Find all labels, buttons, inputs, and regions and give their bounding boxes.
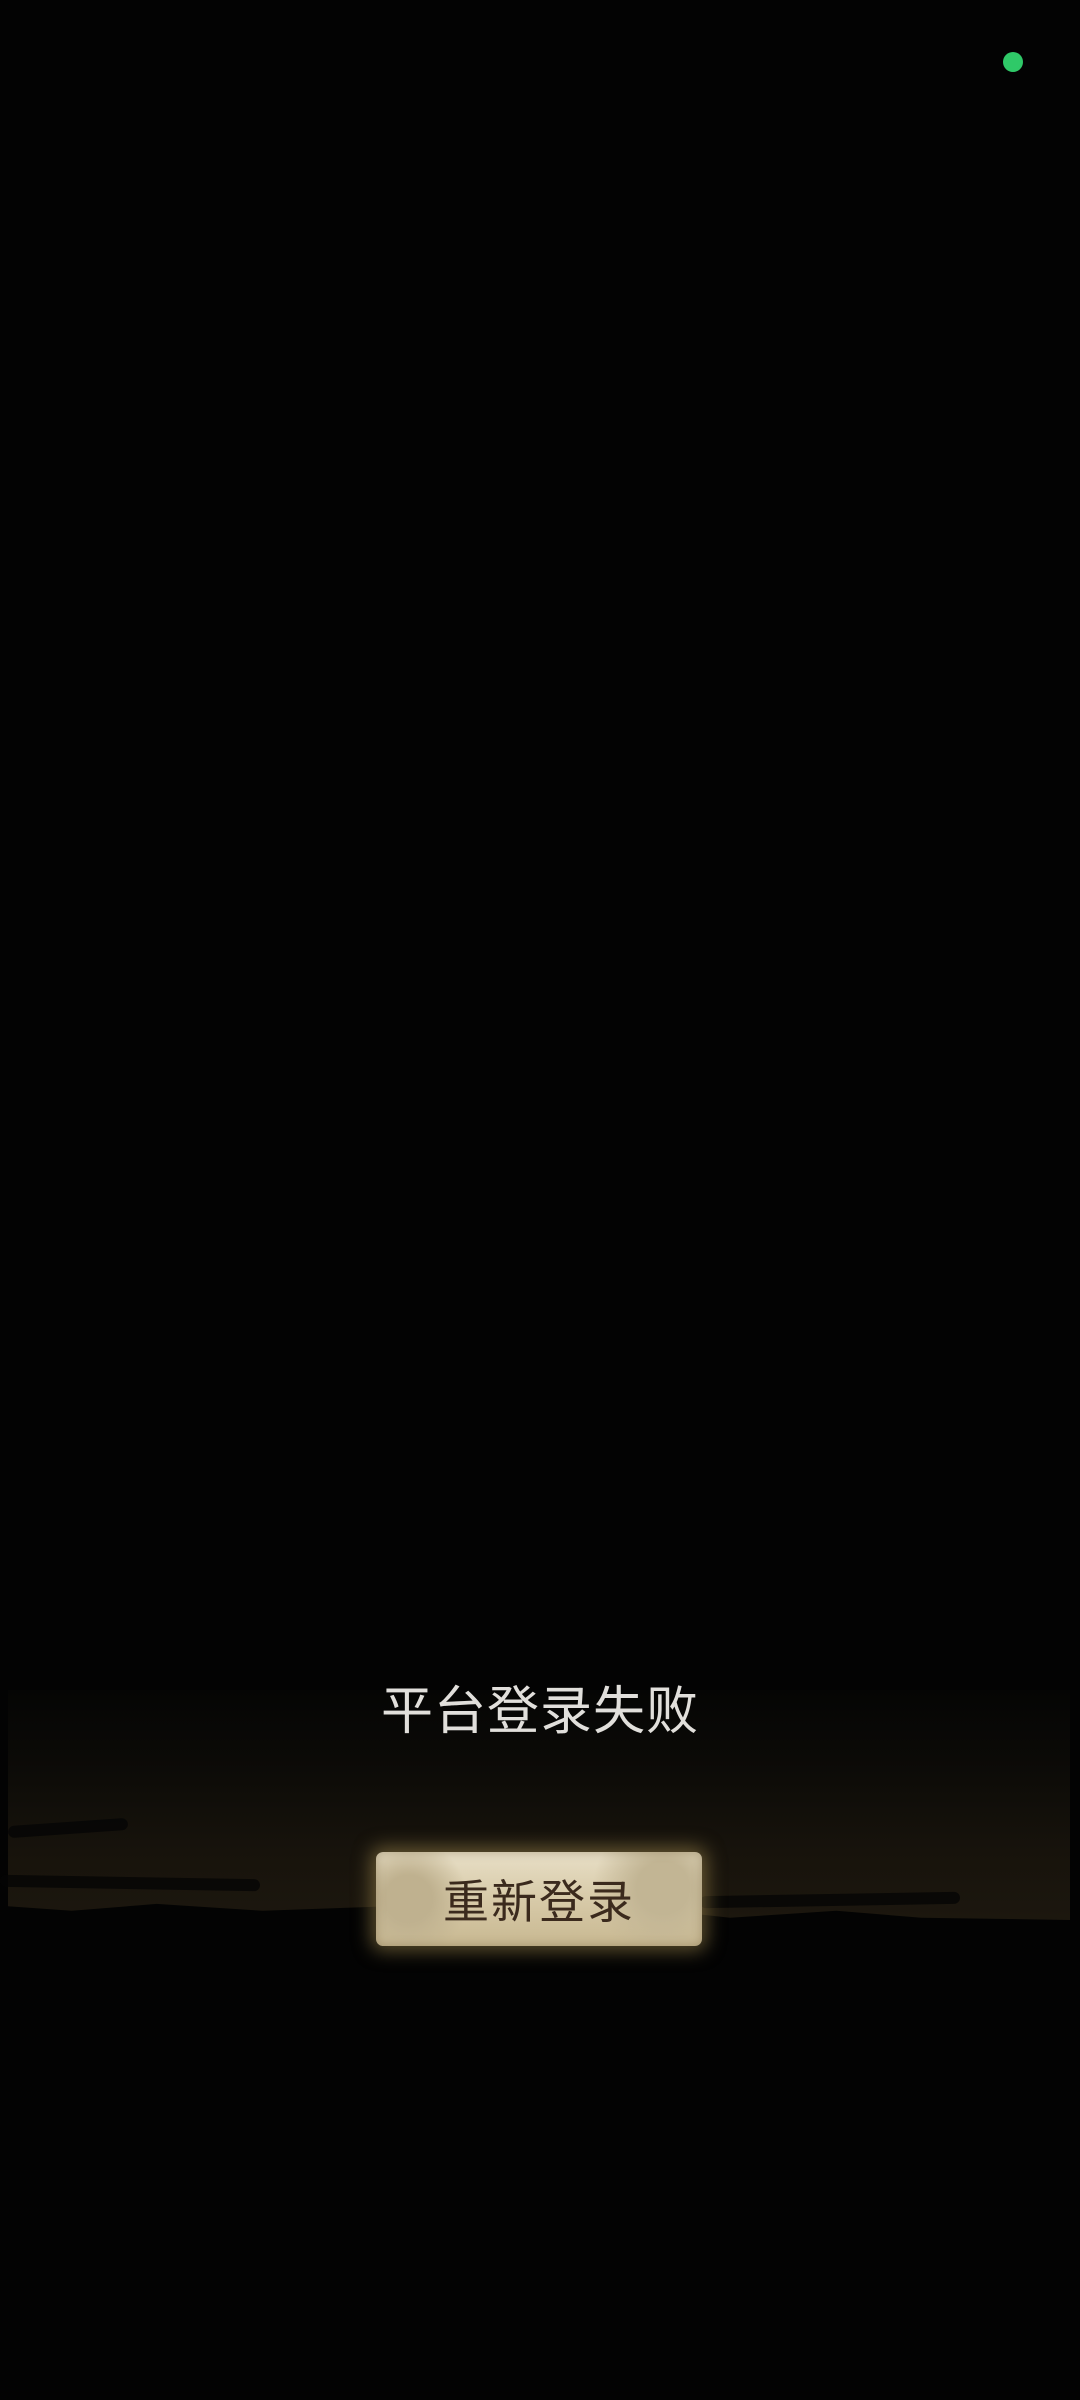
relogin-button[interactable]: 重新登录 [376, 1852, 702, 1946]
login-failed-screen: 平台登录失败 重新登录 [0, 0, 1080, 2400]
relogin-button-label: 重新登录 [443, 1875, 635, 1929]
login-failed-message: 平台登录失败 [380, 1682, 699, 1742]
status-indicator-icon [1003, 52, 1023, 72]
